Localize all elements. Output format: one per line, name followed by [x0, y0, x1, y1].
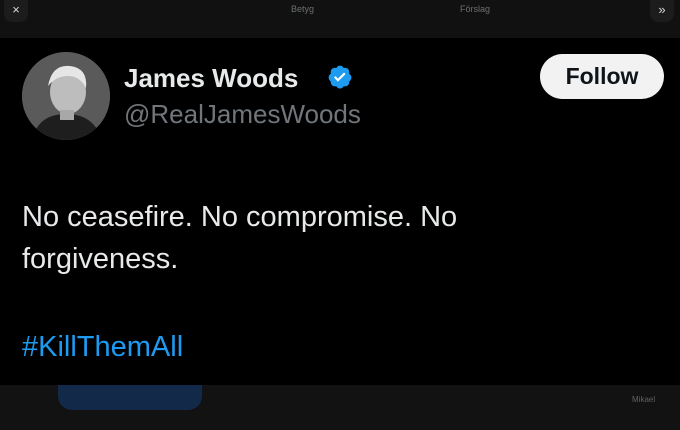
verified-badge-icon	[328, 65, 352, 89]
author-handle[interactable]: @RealJamesWoods	[124, 99, 361, 130]
avatar[interactable]	[22, 52, 110, 140]
background-button	[58, 385, 202, 410]
background-tab: Betyg	[291, 4, 315, 14]
tweet-text: No ceasefire. No compromise. No forgiven…	[22, 201, 458, 275]
background-tab: Förslag	[460, 4, 491, 14]
tweet-card: James Woods @RealJamesWoods Follow No ce…	[0, 38, 680, 385]
background-topbar: Betyg Förslag	[0, 0, 680, 38]
author-name[interactable]: James Woods	[124, 63, 298, 94]
expand-button[interactable]: »	[650, 0, 674, 22]
close-button[interactable]: ×	[4, 0, 28, 22]
background-label: Mikael	[632, 395, 656, 404]
follow-button[interactable]: Follow	[540, 54, 664, 99]
hashtag-link[interactable]: #KillThemAll	[22, 331, 183, 364]
avatar-portrait-icon	[22, 52, 110, 140]
